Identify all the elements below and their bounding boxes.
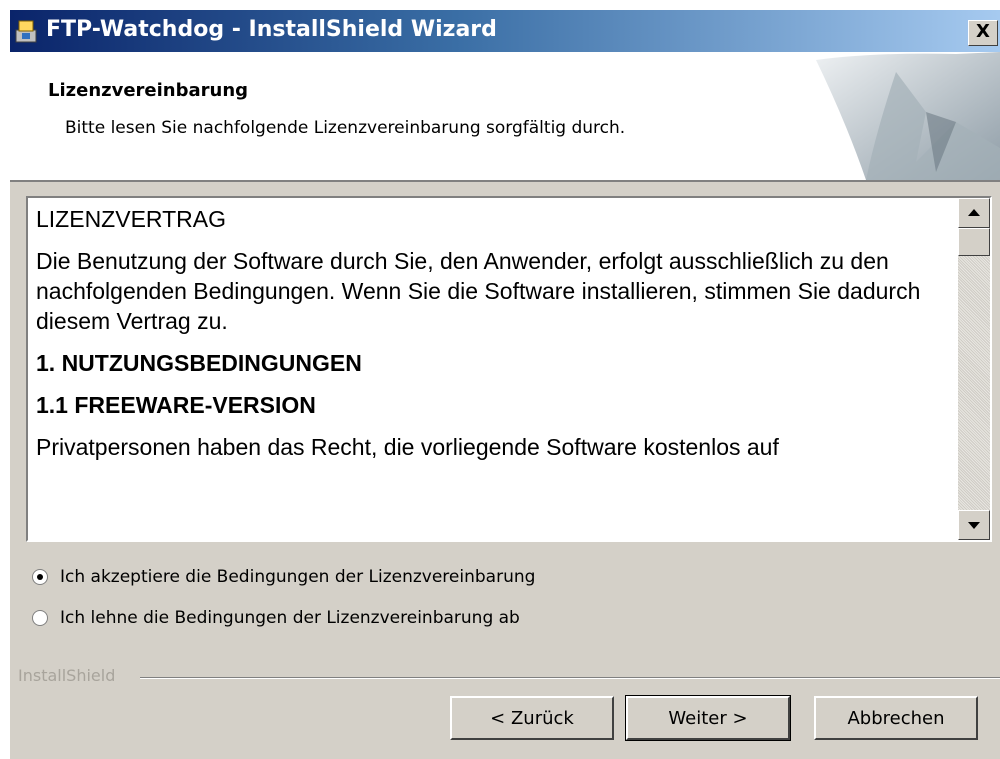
wizard-header: Lizenzvereinbarung Bitte lesen Sie nachf… [10,52,1000,182]
window-title: FTP-Watchdog - InstallShield Wizard [46,17,497,42]
back-button[interactable]: < Zurück [450,696,614,740]
license-scrollbar[interactable] [958,198,990,540]
installshield-graphic-icon [816,52,1000,180]
license-section-1-1: 1.1 FREEWARE-VERSION [36,392,316,418]
accept-radio[interactable] [32,569,48,585]
decline-option[interactable]: Ich lehne die Bedingungen der Lizenzvere… [32,604,520,632]
accept-label[interactable]: Ich akzeptiere die Bedingungen der Lizen… [60,567,535,587]
license-section-1: 1. NUTZUNGSBEDINGUNGEN [36,350,362,376]
decline-label[interactable]: Ich lehne die Bedingungen der Lizenzvere… [60,608,520,628]
installer-window: FTP-Watchdog - InstallShield Wizard X Li… [10,10,1000,759]
close-button[interactable]: X [968,20,998,46]
installshield-brand: InstallShield [18,666,116,685]
accept-option[interactable]: Ich akzeptiere die Bedingungen der Lizen… [32,563,535,591]
page-subtitle: Bitte lesen Sie nachfolgende Lizenzverei… [65,118,626,138]
title-bar[interactable]: FTP-Watchdog - InstallShield Wizard X [10,10,1000,52]
scroll-up-arrow-icon[interactable] [958,198,990,228]
cancel-button[interactable]: Abbrechen [814,696,978,740]
license-heading: LIZENZVERTRAG [36,206,226,232]
installer-app-icon [15,20,37,43]
next-button[interactable]: Weiter > [625,695,791,741]
license-content: LIZENZVERTRAG Die Benutzung der Software… [36,204,952,474]
scroll-thumb[interactable] [958,228,990,256]
scroll-down-arrow-icon[interactable] [958,510,990,540]
license-intro: Die Benutzung der Software durch Sie, de… [36,248,921,334]
license-text-box[interactable]: LIZENZVERTRAG Die Benutzung der Software… [26,196,992,542]
license-partial-line: Privatpersonen haben das Recht, die vorl… [36,434,779,460]
decline-radio[interactable] [32,610,48,626]
page-title: Lizenzvereinbarung [48,80,249,101]
footer-divider [140,677,1000,679]
